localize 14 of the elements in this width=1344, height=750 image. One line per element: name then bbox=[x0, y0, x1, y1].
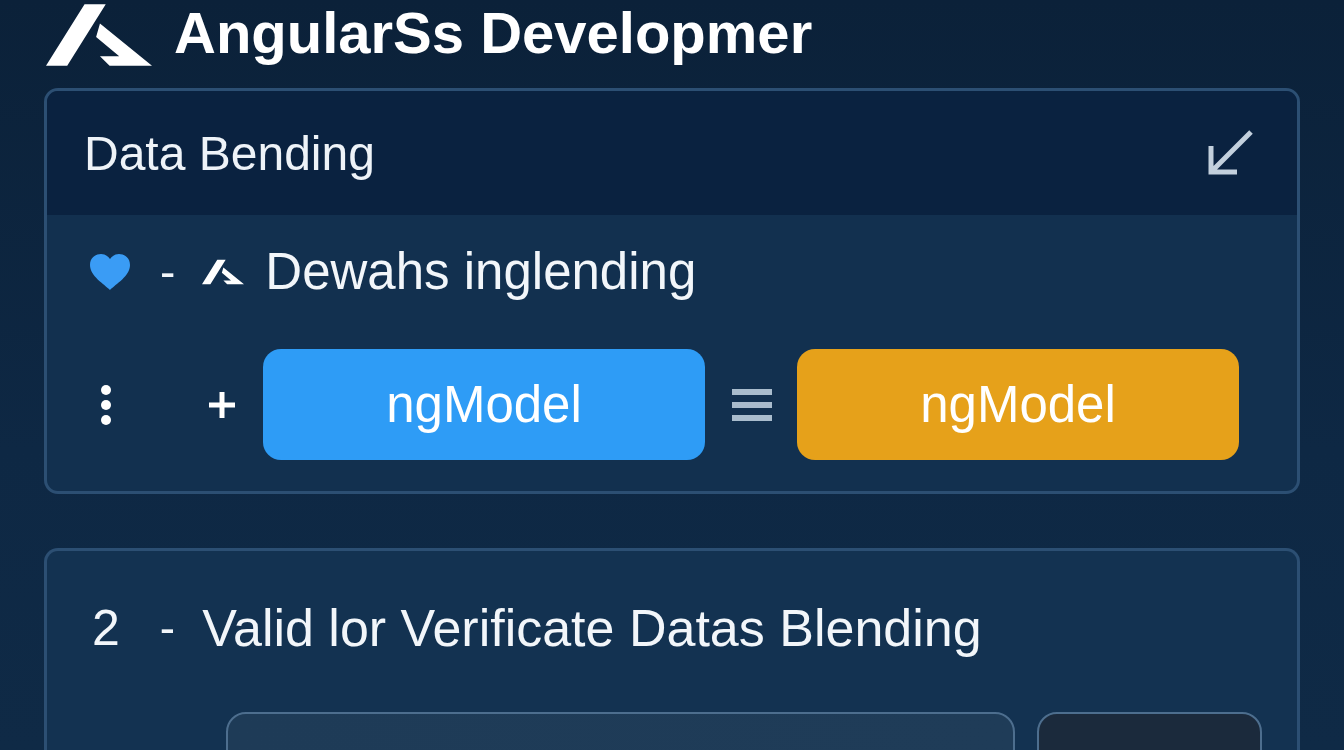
plus-icon[interactable] bbox=[208, 390, 236, 419]
binding-chip: ngModel bbox=[797, 349, 1239, 460]
menu-icon bbox=[732, 388, 772, 421]
separator-text: - bbox=[159, 601, 176, 656]
binding-chip: ngModel bbox=[263, 349, 705, 460]
logo-icon bbox=[46, 4, 152, 66]
separator-text: - bbox=[160, 245, 176, 300]
step-title: Valid lor Verificate Datas Blending bbox=[202, 598, 982, 658]
app-title: AngularSs Developmer bbox=[174, 0, 813, 66]
card-title: Data Bending bbox=[84, 125, 375, 181]
heart-icon bbox=[90, 254, 130, 290]
more-icon[interactable] bbox=[100, 383, 112, 426]
item-label: Dewahs inglending bbox=[265, 242, 697, 302]
step-number: 2 bbox=[92, 599, 120, 658]
